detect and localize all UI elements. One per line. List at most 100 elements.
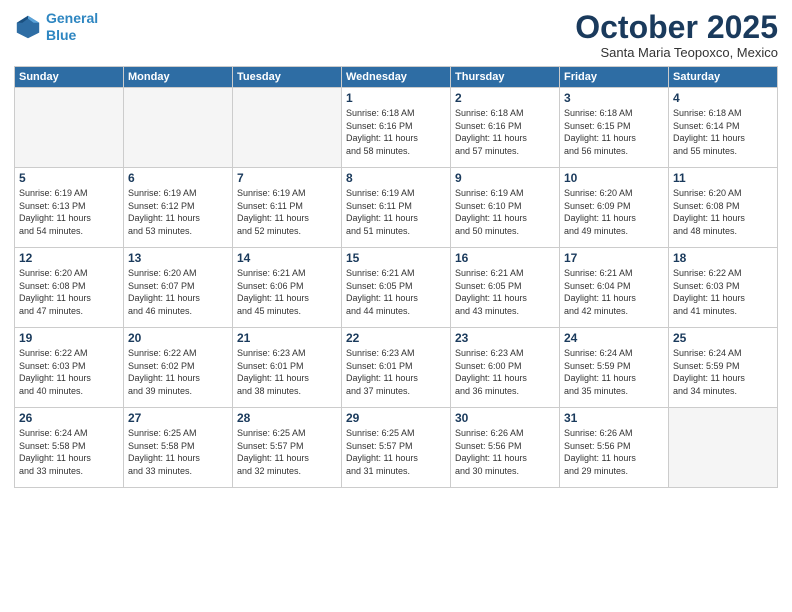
day-number: 4 [673, 91, 773, 105]
calendar-cell: 2 Sunrise: 6:18 AM Sunset: 6:16 PM Daylig… [451, 88, 560, 168]
calendar-cell: 27 Sunrise: 6:25 AM Sunset: 5:58 PM Dayli… [124, 408, 233, 488]
day-info: Sunrise: 6:25 AM Sunset: 5:58 PM Dayligh… [128, 427, 228, 477]
day-number: 24 [564, 331, 664, 345]
day-number: 28 [237, 411, 337, 425]
day-info: Sunrise: 6:23 AM Sunset: 6:01 PM Dayligh… [346, 347, 446, 397]
weekday-header-monday: Monday [124, 67, 233, 88]
calendar-cell: 18 Sunrise: 6:22 AM Sunset: 6:03 PM Dayli… [669, 248, 778, 328]
calendar-cell: 10Sunrise: 6:20 AM Sunset: 6:09 PM Dayli… [560, 168, 669, 248]
day-info: Sunrise: 6:21 AM Sunset: 6:04 PM Dayligh… [564, 267, 664, 317]
day-info: Sunrise: 6:20 AM Sunset: 6:09 PM Dayligh… [564, 187, 664, 237]
day-number: 13 [128, 251, 228, 265]
logo: General Blue [14, 10, 98, 44]
day-info: Sunrise: 6:18 AM Sunset: 6:16 PM Dayligh… [455, 107, 555, 157]
calendar-cell: 26Sunrise: 6:24 AM Sunset: 5:58 PM Dayli… [15, 408, 124, 488]
day-info: Sunrise: 6:20 AM Sunset: 6:08 PM Dayligh… [673, 187, 773, 237]
day-info: Sunrise: 6:19 AM Sunset: 6:13 PM Dayligh… [19, 187, 119, 237]
weekday-header-sunday: Sunday [15, 67, 124, 88]
calendar-week-3: 12 Sunrise: 6:20 AM Sunset: 6:08 PM Dayli… [15, 248, 778, 328]
calendar-cell: 19Sunrise: 6:22 AM Sunset: 6:03 PM Dayli… [15, 328, 124, 408]
day-number: 23 [455, 331, 555, 345]
day-info: Sunrise: 6:21 AM Sunset: 6:05 PM Dayligh… [455, 267, 555, 317]
day-number: 7 [237, 171, 337, 185]
calendar-table: SundayMondayTuesdayWednesdayThursdayFrid… [14, 66, 778, 488]
day-info: Sunrise: 6:20 AM Sunset: 6:07 PM Dayligh… [128, 267, 228, 317]
day-info: Sunrise: 6:18 AM Sunset: 6:16 PM Dayligh… [346, 107, 446, 157]
month-title: October 2025 [575, 10, 778, 45]
calendar-cell: 30 Sunrise: 6:26 AM Sunset: 5:56 PM Dayli… [451, 408, 560, 488]
day-number: 27 [128, 411, 228, 425]
day-info: Sunrise: 6:19 AM Sunset: 6:11 PM Dayligh… [346, 187, 446, 237]
day-number: 3 [564, 91, 664, 105]
day-number: 9 [455, 171, 555, 185]
day-info: Sunrise: 6:26 AM Sunset: 5:56 PM Dayligh… [455, 427, 555, 477]
day-info: Sunrise: 6:24 AM Sunset: 5:59 PM Dayligh… [673, 347, 773, 397]
calendar-cell [233, 88, 342, 168]
calendar-cell: 22 Sunrise: 6:23 AM Sunset: 6:01 PM Dayli… [342, 328, 451, 408]
day-info: Sunrise: 6:18 AM Sunset: 6:14 PM Dayligh… [673, 107, 773, 157]
weekday-header-row: SundayMondayTuesdayWednesdayThursdayFrid… [15, 67, 778, 88]
calendar-week-5: 26Sunrise: 6:24 AM Sunset: 5:58 PM Dayli… [15, 408, 778, 488]
calendar-cell: 24Sunrise: 6:24 AM Sunset: 5:59 PM Dayli… [560, 328, 669, 408]
day-number: 8 [346, 171, 446, 185]
day-info: Sunrise: 6:19 AM Sunset: 6:11 PM Dayligh… [237, 187, 337, 237]
day-number: 30 [455, 411, 555, 425]
day-info: Sunrise: 6:21 AM Sunset: 6:05 PM Dayligh… [346, 267, 446, 317]
day-number: 12 [19, 251, 119, 265]
calendar-cell: 13 Sunrise: 6:20 AM Sunset: 6:07 PM Dayli… [124, 248, 233, 328]
calendar-cell: 28 Sunrise: 6:25 AM Sunset: 5:57 PM Dayli… [233, 408, 342, 488]
day-info: Sunrise: 6:25 AM Sunset: 5:57 PM Dayligh… [237, 427, 337, 477]
day-info: Sunrise: 6:21 AM Sunset: 6:06 PM Dayligh… [237, 267, 337, 317]
day-number: 16 [455, 251, 555, 265]
logo-icon [14, 13, 42, 41]
day-number: 17 [564, 251, 664, 265]
calendar-cell: 23 Sunrise: 6:23 AM Sunset: 6:00 PM Dayli… [451, 328, 560, 408]
calendar-cell: 9 Sunrise: 6:19 AM Sunset: 6:10 PM Daylig… [451, 168, 560, 248]
calendar-cell: 31Sunrise: 6:26 AM Sunset: 5:56 PM Dayli… [560, 408, 669, 488]
calendar-cell: 3 Sunrise: 6:18 AM Sunset: 6:15 PM Daylig… [560, 88, 669, 168]
day-number: 11 [673, 171, 773, 185]
day-info: Sunrise: 6:18 AM Sunset: 6:15 PM Dayligh… [564, 107, 664, 157]
day-number: 20 [128, 331, 228, 345]
weekday-header-thursday: Thursday [451, 67, 560, 88]
day-info: Sunrise: 6:19 AM Sunset: 6:10 PM Dayligh… [455, 187, 555, 237]
day-number: 26 [19, 411, 119, 425]
weekday-header-tuesday: Tuesday [233, 67, 342, 88]
page: General Blue October 2025 Santa Maria Te… [0, 0, 792, 612]
day-number: 21 [237, 331, 337, 345]
calendar-cell: 15Sunrise: 6:21 AM Sunset: 6:05 PM Dayli… [342, 248, 451, 328]
calendar-cell: 11 Sunrise: 6:20 AM Sunset: 6:08 PM Dayli… [669, 168, 778, 248]
day-info: Sunrise: 6:22 AM Sunset: 6:03 PM Dayligh… [673, 267, 773, 317]
calendar-cell: 4 Sunrise: 6:18 AM Sunset: 6:14 PM Daylig… [669, 88, 778, 168]
calendar-cell: 12 Sunrise: 6:20 AM Sunset: 6:08 PM Dayli… [15, 248, 124, 328]
day-info: Sunrise: 6:23 AM Sunset: 6:01 PM Dayligh… [237, 347, 337, 397]
day-number: 25 [673, 331, 773, 345]
calendar-cell: 17 Sunrise: 6:21 AM Sunset: 6:04 PM Dayli… [560, 248, 669, 328]
calendar-cell: 5Sunrise: 6:19 AM Sunset: 6:13 PM Daylig… [15, 168, 124, 248]
logo-line1: General [46, 10, 98, 26]
title-block: October 2025 Santa Maria Teopoxco, Mexic… [575, 10, 778, 60]
day-info: Sunrise: 6:25 AM Sunset: 5:57 PM Dayligh… [346, 427, 446, 477]
day-info: Sunrise: 6:23 AM Sunset: 6:00 PM Dayligh… [455, 347, 555, 397]
weekday-header-wednesday: Wednesday [342, 67, 451, 88]
day-info: Sunrise: 6:20 AM Sunset: 6:08 PM Dayligh… [19, 267, 119, 317]
weekday-header-friday: Friday [560, 67, 669, 88]
calendar-cell: 29Sunrise: 6:25 AM Sunset: 5:57 PM Dayli… [342, 408, 451, 488]
day-number: 31 [564, 411, 664, 425]
calendar-cell: 20 Sunrise: 6:22 AM Sunset: 6:02 PM Dayli… [124, 328, 233, 408]
day-number: 1 [346, 91, 446, 105]
day-number: 19 [19, 331, 119, 345]
day-number: 14 [237, 251, 337, 265]
calendar-week-1: 1 Sunrise: 6:18 AM Sunset: 6:16 PM Daylig… [15, 88, 778, 168]
day-number: 22 [346, 331, 446, 345]
calendar-week-2: 5Sunrise: 6:19 AM Sunset: 6:13 PM Daylig… [15, 168, 778, 248]
day-number: 18 [673, 251, 773, 265]
calendar-cell: 16 Sunrise: 6:21 AM Sunset: 6:05 PM Dayli… [451, 248, 560, 328]
calendar-cell: 1 Sunrise: 6:18 AM Sunset: 6:16 PM Daylig… [342, 88, 451, 168]
calendar-cell: 7 Sunrise: 6:19 AM Sunset: 6:11 PM Daylig… [233, 168, 342, 248]
day-info: Sunrise: 6:22 AM Sunset: 6:02 PM Dayligh… [128, 347, 228, 397]
calendar-cell: 14 Sunrise: 6:21 AM Sunset: 6:06 PM Dayli… [233, 248, 342, 328]
day-number: 2 [455, 91, 555, 105]
header: General Blue October 2025 Santa Maria Te… [14, 10, 778, 60]
logo-line2: Blue [46, 27, 76, 43]
